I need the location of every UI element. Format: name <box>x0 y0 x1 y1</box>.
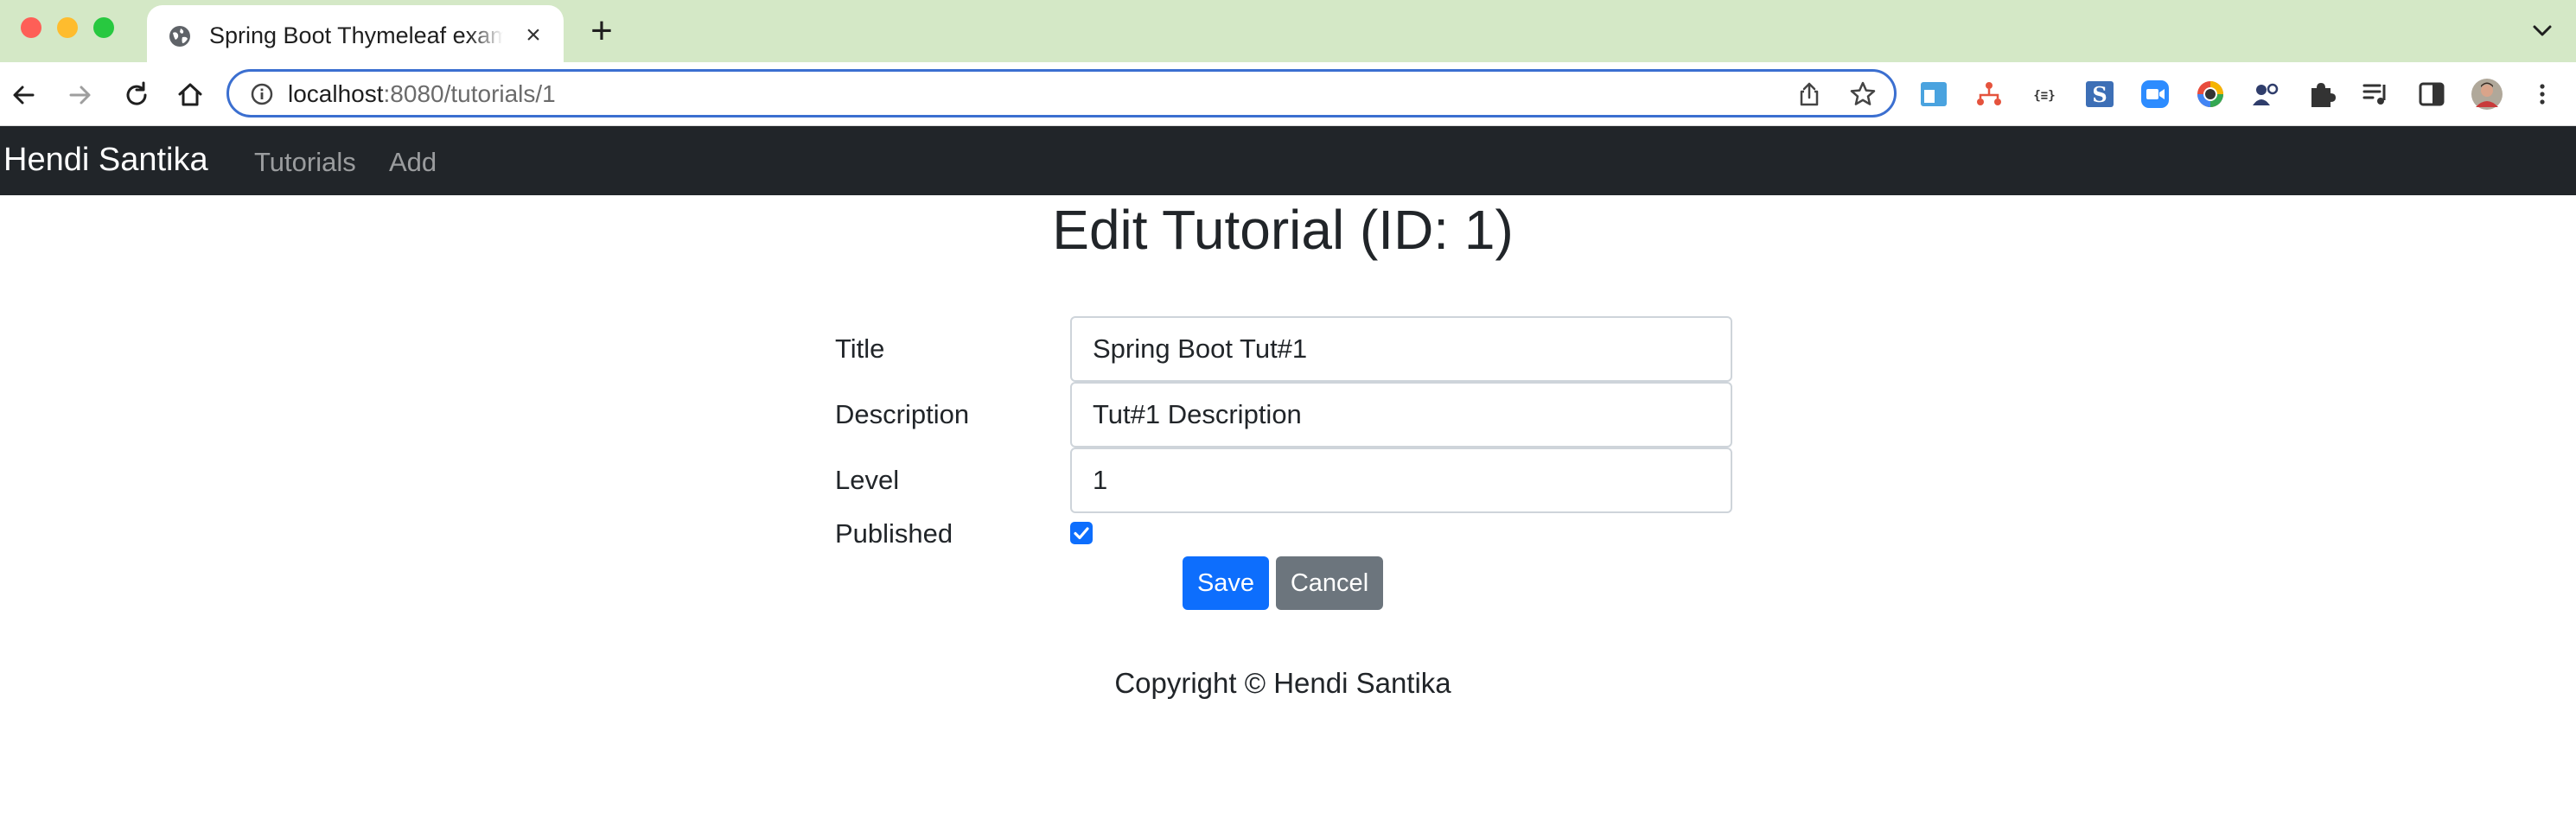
url-host: localhost <box>288 80 384 107</box>
level-label: Level <box>835 465 900 495</box>
page-footer: Copyright © Hendi Santika <box>1114 667 1451 699</box>
bookmark-star-icon[interactable] <box>1849 80 1877 108</box>
share-icon[interactable] <box>1795 80 1823 108</box>
side-panel-icon[interactable] <box>2415 78 2448 111</box>
published-checkbox[interactable] <box>1070 522 1093 544</box>
description-input[interactable] <box>1070 382 1732 448</box>
svg-text:S: S <box>2092 82 2107 107</box>
reload-icon[interactable] <box>119 78 154 112</box>
chevron-down-icon[interactable] <box>2529 17 2555 43</box>
browser-tab[interactable]: Spring Boot Thymeleaf example × <box>147 5 564 62</box>
extension-color-icon[interactable] <box>2194 78 2227 111</box>
back-arrow-icon[interactable] <box>7 78 41 112</box>
description-label: Description <box>835 399 970 429</box>
minimize-window-button[interactable] <box>57 17 78 38</box>
new-tab-button[interactable]: + <box>584 12 619 50</box>
browser-tab-strip: Spring Boot Thymeleaf example × + <box>0 0 2576 62</box>
extension-network-icon[interactable] <box>1973 78 2005 111</box>
browser-toolbar: localhost:8080/tutorials/1 {≡} S <box>0 62 2576 126</box>
url-path: :8080/tutorials/1 <box>383 80 556 107</box>
more-options-icon[interactable] <box>2526 78 2559 111</box>
navbar-brand[interactable]: Hendi Santika <box>3 142 208 179</box>
extension-people-icon[interactable] <box>2249 78 2282 111</box>
address-bar[interactable]: localhost:8080/tutorials/1 <box>226 69 1897 117</box>
forward-arrow-icon[interactable] <box>62 78 97 112</box>
close-window-button[interactable] <box>21 17 41 38</box>
nav-link-add[interactable]: Add <box>389 147 437 178</box>
globe-icon <box>169 26 190 47</box>
checkmark-icon <box>1074 527 1089 540</box>
svg-text:{≡}: {≡} <box>2033 89 2055 103</box>
extension-json-icon[interactable]: {≡} <box>2028 78 2061 111</box>
title-label: Title <box>835 333 885 364</box>
site-info-icon[interactable] <box>250 82 274 106</box>
save-button[interactable]: Save <box>1183 556 1269 610</box>
home-icon[interactable] <box>173 78 207 112</box>
cancel-button[interactable]: Cancel <box>1276 556 1383 610</box>
extension-window-icon[interactable] <box>1917 78 1950 111</box>
tab-title: Spring Boot Thymeleaf example <box>209 22 503 49</box>
avatar[interactable] <box>2471 78 2503 111</box>
extension-s-icon[interactable]: S <box>2083 78 2116 111</box>
extensions-puzzle-icon[interactable] <box>2305 78 2337 111</box>
tab-close-icon[interactable]: × <box>520 22 546 48</box>
media-queue-icon[interactable] <box>2360 78 2393 111</box>
nav-link-tutorials[interactable]: Tutorials <box>254 147 356 178</box>
level-input[interactable] <box>1070 448 1732 513</box>
page-title: Edit Tutorial (ID: 1) <box>1052 199 1514 261</box>
published-label: Published <box>835 518 953 549</box>
extension-video-icon[interactable] <box>2139 78 2171 111</box>
maximize-window-button[interactable] <box>93 17 114 38</box>
title-input[interactable] <box>1070 316 1732 382</box>
site-navbar: Hendi Santika Tutorials Add <box>0 126 2576 195</box>
url-text: localhost:8080/tutorials/1 <box>288 80 556 108</box>
